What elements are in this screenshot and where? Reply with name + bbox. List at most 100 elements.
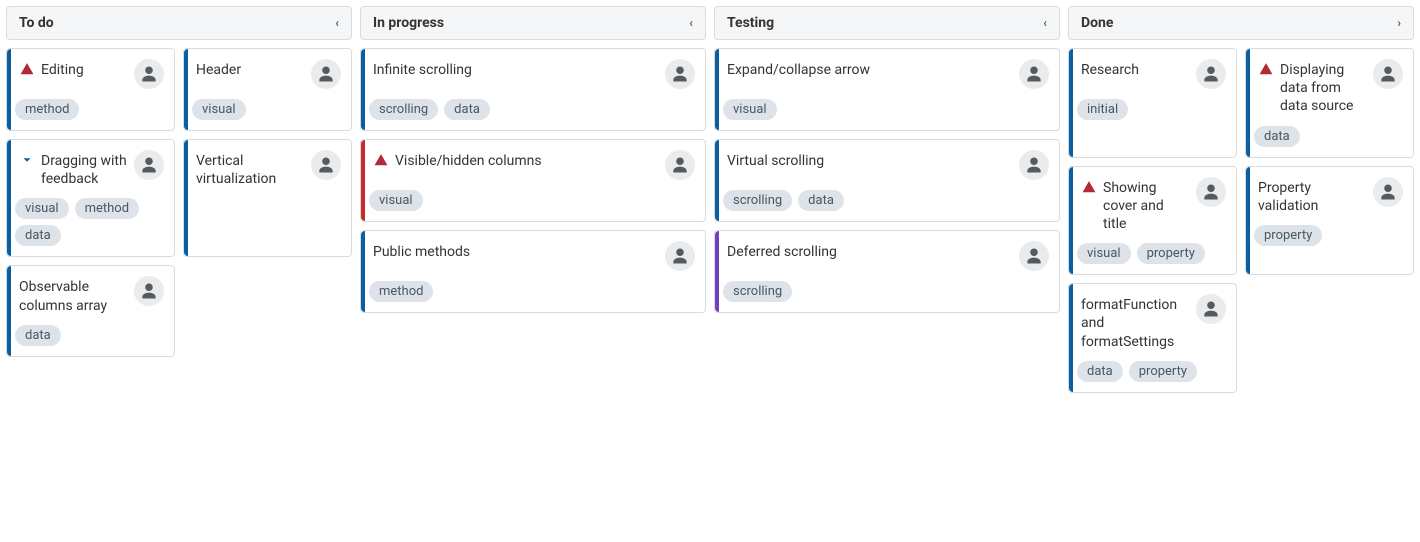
alert-icon [1258, 61, 1274, 77]
tag[interactable]: method [369, 281, 433, 302]
card-stripe [1069, 167, 1073, 275]
card-tags: scrolling [723, 281, 1049, 302]
tag[interactable]: method [15, 99, 79, 120]
kanban-card[interactable]: Public methods method [360, 230, 706, 313]
kanban-card[interactable]: Property validation property [1245, 166, 1414, 276]
tag[interactable]: scrolling [369, 99, 438, 120]
card-title: Showing cover and title [1103, 177, 1190, 234]
avatar[interactable] [665, 150, 695, 180]
kanban-card[interactable]: Expand/collapse arrowvisual [714, 48, 1060, 131]
avatar[interactable] [665, 59, 695, 89]
tag[interactable]: visual [192, 99, 246, 120]
chevron-left-icon[interactable]: ‹ [335, 16, 339, 30]
avatar[interactable] [311, 150, 341, 180]
tag[interactable]: visual [723, 99, 777, 120]
column-header[interactable]: To do‹ [6, 6, 352, 40]
tag[interactable]: data [1077, 361, 1123, 382]
column-header[interactable]: Testing‹ [714, 6, 1060, 40]
card-stripe [361, 49, 365, 130]
card-stripe [715, 140, 719, 221]
avatar[interactable] [134, 59, 164, 89]
avatar[interactable] [1196, 294, 1226, 324]
card-stripe [1069, 284, 1073, 392]
tag[interactable]: initial [1077, 99, 1128, 120]
kanban-card[interactable]: Vertical virtualization [183, 139, 352, 257]
avatar[interactable] [1196, 59, 1226, 89]
avatar[interactable] [1196, 177, 1226, 207]
card-tags: visual method data [15, 198, 164, 246]
card-title: Vertical virtualization [196, 150, 305, 188]
kanban-card[interactable]: Displaying data from data source data [1245, 48, 1414, 158]
tag[interactable]: visual [369, 190, 423, 211]
avatar[interactable] [1373, 177, 1403, 207]
tag[interactable]: data [15, 225, 61, 246]
card-title: Public methods [373, 241, 659, 261]
card-tags: method [369, 281, 695, 302]
column-body: Infinite scrollingscrollingdataVisible/h… [360, 40, 706, 313]
kanban-card[interactable]: formatFunction and formatSettings datapro… [1068, 283, 1237, 393]
kanban-card[interactable]: Showing cover and title visual property [1068, 166, 1237, 276]
avatar[interactable] [311, 59, 341, 89]
tag[interactable]: visual [1077, 243, 1131, 264]
alert-icon [1081, 179, 1097, 195]
card-tags: property [1254, 225, 1403, 246]
tag[interactable]: scrolling [723, 281, 792, 302]
kanban-card[interactable]: Editing method [6, 48, 175, 131]
kanban-card[interactable]: Observable columns array data [6, 265, 175, 356]
card-stripe [7, 140, 11, 256]
column-body: ResearchinitialDisplaying data from data… [1068, 40, 1414, 393]
tag[interactable]: scrolling [723, 190, 792, 211]
card-stripe [715, 231, 719, 312]
column-header[interactable]: In progress ‹ [360, 6, 706, 40]
kanban-card[interactable]: Virtual scrolling scrolling data [714, 139, 1060, 222]
chevron-right-icon[interactable]: › [1397, 16, 1401, 30]
kanban-card[interactable]: Header visual [183, 48, 352, 131]
column-title: In progress [373, 15, 444, 31]
chevron-left-icon[interactable]: ‹ [1043, 16, 1047, 30]
card-tags: visual [369, 190, 695, 211]
kanban-card[interactable]: Dragging with feedback visual method data [6, 139, 175, 257]
avatar[interactable] [1019, 59, 1049, 89]
kanban-card[interactable]: Infinite scrollingscrollingdata [360, 48, 706, 131]
avatar[interactable] [1019, 241, 1049, 271]
chevron-left-icon[interactable]: ‹ [689, 16, 693, 30]
card-title: Deferred scrolling [727, 241, 1013, 261]
card-tags: scrolling data [369, 99, 695, 120]
card-title: Observable columns array [19, 276, 128, 314]
tag[interactable]: visual [15, 198, 69, 219]
card-tags: scrolling data [723, 190, 1049, 211]
tag[interactable]: property [1137, 243, 1205, 264]
tag[interactable]: property [1129, 361, 1197, 382]
card-stripe [7, 266, 11, 355]
column-body: Expand/collapse arrowvisualVirtual scrol… [714, 40, 1060, 313]
card-title: Displaying data from data source [1280, 59, 1367, 116]
card-title: Editing [41, 59, 128, 79]
card-title: Header [196, 59, 305, 79]
card-stripe [715, 49, 719, 130]
column-header[interactable]: Done› [1068, 6, 1414, 40]
tag[interactable]: data [444, 99, 490, 120]
card-title: formatFunction and formatSettings [1081, 294, 1190, 351]
tag[interactable]: property [1254, 225, 1322, 246]
avatar[interactable] [134, 276, 164, 306]
card-stripe [1069, 49, 1073, 157]
tag[interactable]: data [798, 190, 844, 211]
avatar[interactable] [1373, 59, 1403, 89]
card-tags: visual [723, 99, 1049, 120]
tag[interactable]: data [15, 325, 61, 346]
card-stripe [1246, 167, 1250, 275]
card-title: Virtual scrolling [727, 150, 1013, 170]
kanban-card[interactable]: Researchinitial [1068, 48, 1237, 158]
card-title: Property validation [1258, 177, 1367, 215]
column-body: EditingmethodHeadervisualDragging with f… [6, 40, 352, 357]
tag[interactable]: method [75, 198, 139, 219]
tag[interactable]: data [1254, 126, 1300, 147]
card-title: Visible/hidden columns [395, 150, 659, 170]
kanban-card[interactable]: Visible/hidden columns visual [360, 139, 706, 222]
avatar[interactable] [665, 241, 695, 271]
card-title: Dragging with feedback [41, 150, 128, 188]
avatar[interactable] [134, 150, 164, 180]
avatar[interactable] [1019, 150, 1049, 180]
kanban-card[interactable]: Deferred scrolling scrolling [714, 230, 1060, 313]
caret-down-icon [19, 152, 35, 168]
